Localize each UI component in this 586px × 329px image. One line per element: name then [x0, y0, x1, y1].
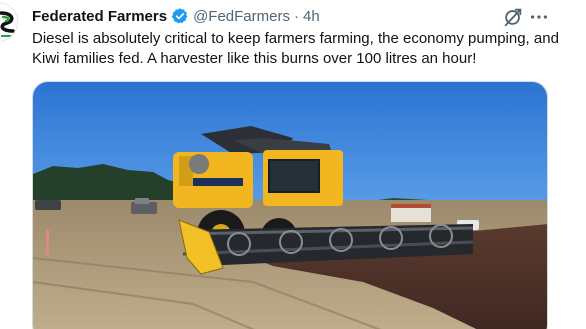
grok-icon[interactable]	[502, 6, 524, 28]
avatar[interactable]	[0, 2, 18, 42]
timestamp[interactable]: 4h	[303, 8, 320, 25]
more-dots-icon[interactable]	[528, 6, 550, 28]
tweet-text: Diesel is absolutely critical to keep fa…	[32, 30, 559, 67]
media-video[interactable]	[32, 81, 548, 329]
verified-badge-icon	[171, 8, 188, 24]
display-name[interactable]: Federated Farmers	[32, 8, 167, 25]
handle[interactable]: @FedFarmers	[193, 8, 290, 25]
separator-dot: ·	[293, 7, 299, 25]
harvester-photo	[33, 82, 547, 329]
tweet-header: Federated Farmers @FedFarmers · 4h	[32, 6, 320, 26]
tweet: Federated Farmers @FedFarmers · 4h Diese…	[0, 0, 586, 329]
federated-farmers-logo-icon	[0, 3, 17, 41]
